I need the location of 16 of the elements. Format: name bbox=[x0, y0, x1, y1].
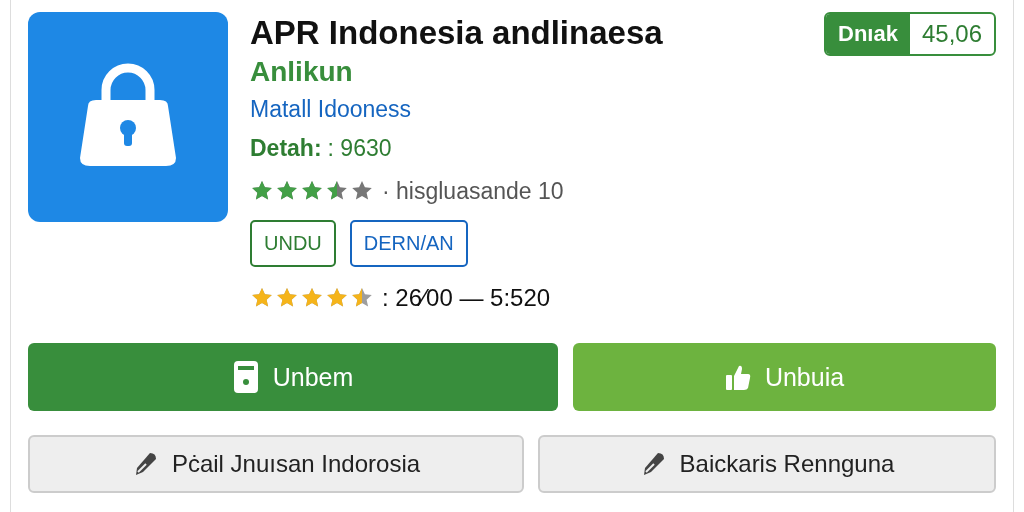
detail-label: Detah: bbox=[250, 135, 322, 161]
tag[interactable]: DERN/AN bbox=[349, 220, 468, 267]
developer-link[interactable]: Matall Idooness bbox=[250, 90, 802, 128]
thumbs-up-icon bbox=[724, 363, 751, 391]
badge-label: Dnıak bbox=[826, 14, 910, 54]
detail-value: : 9630 bbox=[327, 135, 392, 161]
action-button[interactable]: Pċail Jnuısan Indorosia bbox=[28, 435, 524, 493]
app-subtitle: Anlikun bbox=[250, 55, 354, 89]
tag[interactable]: UNDU bbox=[250, 220, 336, 267]
rating-text: · hisgluasande 10 bbox=[382, 177, 564, 205]
rating-range: : 26⁄00 — 5:520 bbox=[382, 284, 551, 312]
action-button[interactable]: Unbem bbox=[28, 343, 558, 411]
badge-value: 45,06 bbox=[920, 19, 983, 49]
action-button[interactable]: Baickaris Rennguna bbox=[538, 435, 996, 493]
app-title: APR Indonesia andlinaesa bbox=[250, 13, 664, 53]
device-icon bbox=[232, 360, 259, 394]
